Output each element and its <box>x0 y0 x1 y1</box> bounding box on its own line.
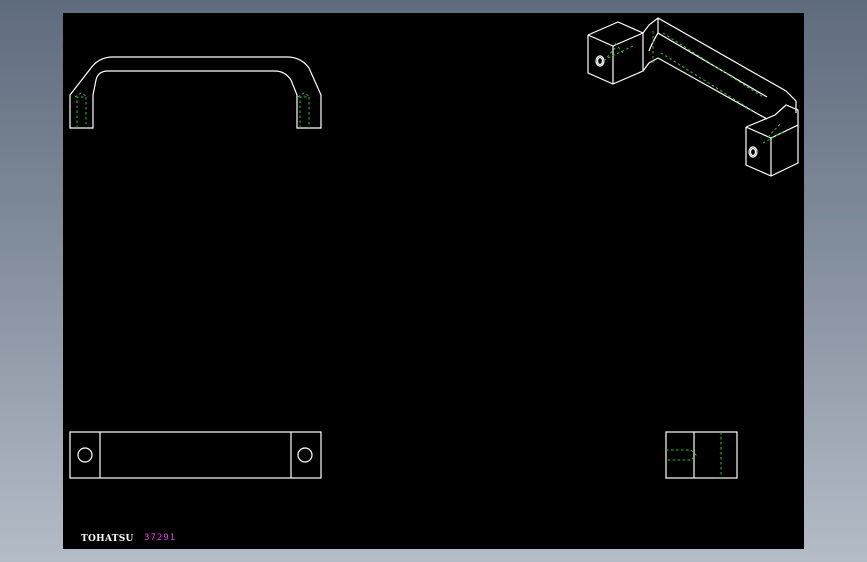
side-view-outline <box>665 431 738 479</box>
iso-left-hole-inner <box>596 56 604 66</box>
front-view-hidden-bore-left <box>74 92 89 128</box>
cad-viewport[interactable]: TOHATSU 37291 <box>63 13 804 549</box>
iso-right-block <box>745 104 799 177</box>
brand-logo: TOHATSU <box>81 534 134 544</box>
iso-right-hole-inner <box>749 147 757 157</box>
side-view <box>665 431 738 479</box>
iso-handle-bar <box>642 17 797 120</box>
iso-hidden-lines <box>603 31 786 144</box>
top-view-outline <box>69 431 322 479</box>
isometric-view <box>587 17 799 177</box>
front-view-outline <box>69 56 322 129</box>
top-view-hole-right <box>297 447 313 463</box>
part-number: 37291 <box>144 533 177 543</box>
iso-left-block <box>587 21 644 85</box>
front-view <box>69 56 322 129</box>
top-view-hole-left <box>77 447 93 463</box>
front-view-hidden-bore-right <box>297 92 312 128</box>
top-view <box>69 431 322 479</box>
drawing-canvas <box>69 17 799 479</box>
